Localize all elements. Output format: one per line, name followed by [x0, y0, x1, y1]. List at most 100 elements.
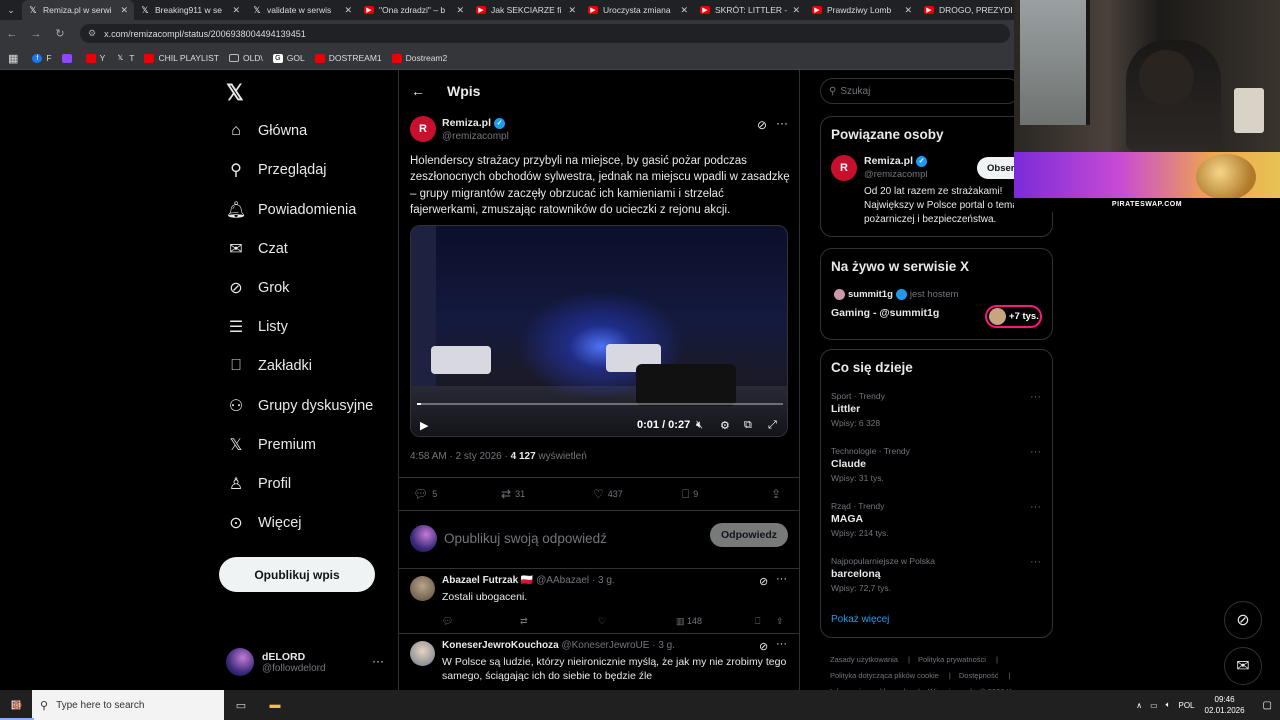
video-player[interactable]: ▶ 0:01 / 0:27 🔇︎ ⚙ ⧉ ⤢ — [410, 225, 788, 437]
reply-author[interactable]: Abazael Futrzak — [442, 575, 518, 586]
avatar[interactable] — [410, 641, 435, 666]
close-tab-icon[interactable]: ✕ — [904, 5, 912, 16]
reply-input[interactable]: Opublikuj swoją odpowiedź — [444, 531, 607, 546]
nav-item-more-circle[interactable]: ⊙ Więcej — [226, 511, 301, 535]
close-tab-icon[interactable]: ✕ — [792, 5, 800, 16]
network-icon[interactable]: ▭ — [1150, 701, 1158, 710]
close-tab-icon[interactable]: ✕ — [568, 5, 576, 16]
taskbar-search[interactable]: ⚲ Type here to search — [32, 690, 224, 720]
settings-gear-icon[interactable]: ⚙ — [720, 419, 730, 432]
trend-item[interactable]: Rząd · Trendy MAGA Wpisy: 214 tys. ··· — [831, 501, 1041, 538]
bookmark-item[interactable]: Dostream2 — [391, 53, 447, 63]
browser-tab[interactable]: ▶ Uroczysta zmiana ✕ — [582, 0, 694, 20]
bookmark-item[interactable]: G GOL — [272, 53, 305, 63]
language-indicator[interactable]: POL — [1178, 701, 1194, 710]
nav-item-person[interactable]: ♙ Profil — [226, 472, 291, 496]
author-handle[interactable]: @remizacompl — [442, 131, 509, 142]
grok-icon[interactable]: ⊘ — [757, 118, 767, 132]
browser-tab[interactable]: ▶ "Ona zdradzi" – b ✕ — [358, 0, 470, 20]
close-tab-icon[interactable]: ✕ — [120, 5, 128, 16]
reply-button[interactable]: 💬︎ 5 — [413, 487, 437, 501]
more-dots-icon[interactable]: ··· — [1030, 501, 1041, 513]
reply-submit-button[interactable]: Odpowiedz — [710, 523, 788, 547]
views-icon[interactable]: ▥ 148 — [676, 616, 702, 627]
clock[interactable]: 09:46 02.01.2026 — [1205, 694, 1245, 716]
more-dots-icon[interactable]: ··· — [1030, 446, 1041, 458]
like-button[interactable]: ♡ 437 — [593, 487, 623, 501]
reload-icon[interactable]: ↻ — [48, 27, 72, 40]
nav-item-x-logo[interactable]: 𝕏 Premium — [226, 433, 316, 457]
back-arrow-icon[interactable]: ← — [411, 83, 431, 99]
nav-item-people[interactable]: ⚇ Grupy dyskusyjne — [226, 394, 373, 418]
live-host[interactable]: summit1g ✓ jest hostem — [831, 289, 958, 300]
post-button[interactable]: Opublikuj wpis — [219, 557, 375, 592]
close-tab-icon[interactable]: ✕ — [680, 5, 688, 16]
mute-icon[interactable]: 🔇︎ — [696, 419, 703, 432]
file-explorer-icon[interactable]: ▬ — [258, 690, 292, 720]
more-dots-icon[interactable]: ··· — [776, 638, 787, 650]
play-icon[interactable]: ▶ — [420, 419, 428, 432]
bookmark-item[interactable]: DOSTREAM1 — [314, 53, 382, 63]
repost-icon[interactable]: ⇄ — [520, 616, 528, 627]
bookmark-item[interactable]: 𝕏T — [115, 53, 134, 63]
live-stream-title[interactable]: Gaming - @summit1g — [831, 307, 939, 319]
reply-item[interactable]: Abazael Futrzak 🇵🇱 @AAbazael · 3 g. ⊘ ··… — [399, 569, 799, 634]
trend-item[interactable]: Sport · Trendy Littler Wpisy: 6 328 ··· — [831, 391, 1041, 428]
browser-tab[interactable]: 𝕏 Breaking911 w se ✕ — [134, 0, 246, 20]
account-switcher[interactable]: dELORD @followdelord ··· — [226, 646, 386, 678]
browser-tab[interactable]: 𝕏validate w serwis ✕ — [246, 0, 358, 20]
tray-chevron-icon[interactable]: ∧ — [1136, 701, 1142, 710]
close-tab-icon[interactable]: ✕ — [344, 5, 352, 16]
pip-icon[interactable]: ⧉ — [744, 419, 752, 432]
nav-item-list[interactable]: ☰ Listy — [226, 315, 288, 339]
grok-icon[interactable]: ⊘ — [759, 575, 768, 588]
share-button[interactable]: ⇪ — [771, 487, 785, 501]
volume-icon[interactable]: 🔈︎ — [1166, 700, 1171, 710]
more-dots-icon[interactable]: ··· — [776, 116, 788, 130]
video-progress-bar[interactable] — [417, 403, 783, 405]
close-tab-icon[interactable]: ✕ — [456, 5, 464, 16]
grok-icon[interactable]: ⊘ — [1224, 601, 1262, 639]
task-view-icon[interactable]: ▭ — [224, 690, 258, 720]
footer-link[interactable]: Polityka prywatności — [918, 655, 986, 664]
share-icon[interactable]: ⇪ — [776, 616, 784, 627]
repost-button[interactable]: ⇄ 31 — [501, 487, 525, 501]
bookmark-item[interactable] — [61, 53, 76, 63]
browser-tab[interactable]: ▶ SKRÓT: LITTLER - ✕ — [694, 0, 806, 20]
forward-arrow-icon[interactable]: → — [24, 28, 48, 40]
fullscreen-icon[interactable]: ⤢ — [768, 419, 777, 432]
apps-grid-icon[interactable]: ▦ — [8, 52, 18, 65]
avatar[interactable] — [410, 576, 435, 601]
reply-author[interactable]: KoneserJewroKouchoza — [442, 640, 559, 651]
nav-item-bookmark[interactable]: ⎕ Zakładki — [226, 354, 312, 378]
author-avatar[interactable]: R — [410, 116, 436, 142]
tab-search-button[interactable]: ⌄ — [0, 0, 22, 20]
site-info-icon[interactable]: ⚙ — [88, 28, 96, 39]
related-avatar[interactable]: R — [831, 155, 857, 181]
show-more-link[interactable]: Pokaż więcej — [831, 614, 889, 625]
trend-item[interactable]: Najpopularniejsze w Polska barceloną Wpisy… — [831, 556, 1041, 593]
bookmark-item[interactable]: OLD\ — [228, 53, 263, 63]
reply-bubble-icon[interactable]: 💬︎ — [442, 616, 453, 627]
more-dots-icon[interactable]: ··· — [1030, 391, 1041, 403]
grok-icon[interactable]: ⊘ — [759, 640, 768, 653]
browser-tab[interactable]: ▶ Jak SEKCIARZE fi ✕ — [470, 0, 582, 20]
search-input[interactable]: ⚲ Szukaj — [820, 78, 1020, 104]
bookmark-item[interactable]: Y — [85, 53, 105, 63]
notifications-icon[interactable]: ▢ — [1263, 700, 1272, 711]
footer-link[interactable]: Polityka dotycząca plików cookie — [830, 671, 939, 680]
trend-item[interactable]: Technologie · Trendy Claude Wpisy: 31 tys.… — [831, 446, 1041, 483]
more-dots-icon[interactable]: ··· — [776, 573, 787, 585]
author-name[interactable]: Remiza.pl ✓ — [442, 117, 506, 129]
address-bar[interactable]: ⚙ x.com/remizacompl/status/2006938004494… — [80, 24, 1010, 43]
post-timestamp[interactable]: 4:58 AM · 2 sty 2026 · — [410, 451, 511, 462]
x-logo-icon[interactable]: 𝕏 — [226, 80, 244, 106]
bookmark-item[interactable]: fF — [32, 53, 52, 63]
back-arrow-icon[interactable]: ← — [0, 28, 24, 40]
live-listeners-badge[interactable]: +7 tys. — [985, 305, 1042, 328]
more-dots-icon[interactable]: ··· — [372, 654, 384, 668]
nav-item-mail[interactable]: ✉ Czat — [226, 237, 288, 261]
footer-link[interactable]: Dostępność — [959, 671, 999, 680]
heart-icon[interactable]: ♡ — [598, 616, 606, 627]
nav-item-home[interactable]: ⌂ Główna — [226, 119, 307, 143]
